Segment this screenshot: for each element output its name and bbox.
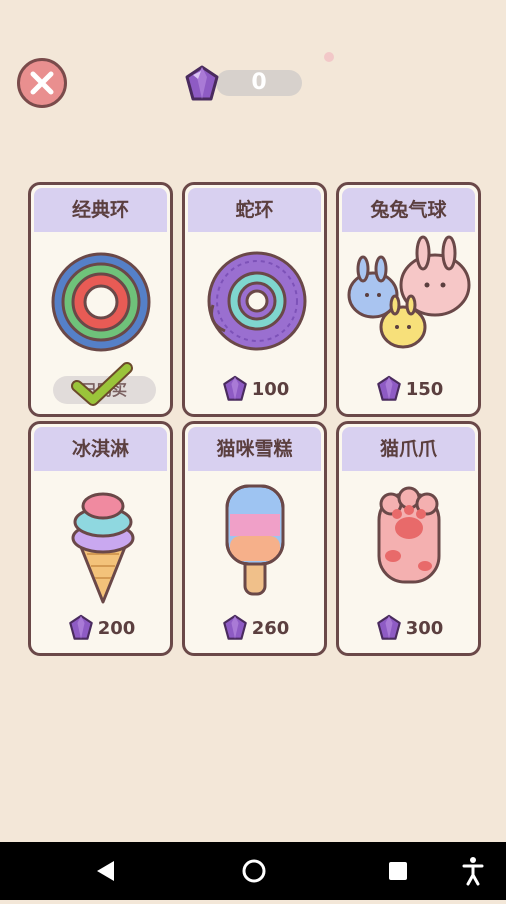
shop-item-classic-ring[interactable]: 经典环 已购买	[28, 182, 173, 417]
home-circle-icon	[242, 859, 266, 883]
shop-item-cat-paw[interactable]: 猫爪爪 300	[336, 421, 481, 656]
gem-icon	[68, 614, 93, 640]
item-title: 经典环	[34, 188, 167, 232]
shop-item-snake-ring[interactable]: 蛇环 100	[182, 182, 327, 417]
price-tag: 100	[185, 375, 324, 402]
price-tag: 200	[31, 614, 170, 641]
nav-home-button[interactable]	[223, 842, 283, 900]
shop-item-ice-cream[interactable]: 冰淇淋 200	[28, 421, 173, 656]
price-tag: 150	[339, 375, 478, 402]
accessibility-icon	[462, 857, 484, 886]
popsicle-icon	[225, 484, 285, 596]
shop-item-bunny-balloon[interactable]: 兔兔气球 150	[336, 182, 481, 417]
price-tag: 300	[339, 614, 478, 641]
price-tag: 260	[185, 614, 324, 641]
item-title: 猫爪爪	[342, 427, 475, 471]
classic-ring-icon	[51, 252, 151, 352]
close-icon	[30, 71, 54, 95]
nav-recents-button[interactable]	[368, 842, 428, 900]
gem-icon	[376, 614, 401, 640]
bunny-balloon-icon	[347, 235, 471, 349]
recents-square-icon	[389, 862, 407, 880]
price-value: 300	[405, 617, 444, 639]
price-value: 260	[251, 617, 290, 639]
item-title: 猫咪雪糕	[188, 427, 321, 471]
shop-item-cat-popsicle[interactable]: 猫咪雪糕 260	[182, 421, 327, 656]
nav-back-button[interactable]	[76, 842, 136, 900]
price-value: 100	[251, 378, 290, 400]
item-title: 冰淇淋	[34, 427, 167, 471]
gem-count: 0	[251, 70, 267, 95]
close-button[interactable]	[17, 58, 67, 108]
back-triangle-icon	[97, 861, 114, 881]
price-value: 200	[97, 617, 136, 639]
ice-cream-icon	[71, 492, 135, 604]
cat-paw-icon	[377, 486, 441, 584]
gem-icon	[222, 375, 247, 401]
system-nav-bar	[0, 842, 506, 900]
nav-accessibility-button[interactable]	[442, 842, 502, 900]
gem-icon	[376, 375, 401, 401]
item-title: 蛇环	[188, 188, 321, 232]
gem-icon	[185, 65, 219, 101]
gem-icon	[222, 614, 247, 640]
snake-ring-icon	[207, 251, 307, 351]
item-title: 兔兔气球	[342, 188, 475, 232]
check-icon	[71, 362, 133, 406]
decorative-dot	[324, 52, 334, 62]
price-value: 150	[405, 378, 444, 400]
